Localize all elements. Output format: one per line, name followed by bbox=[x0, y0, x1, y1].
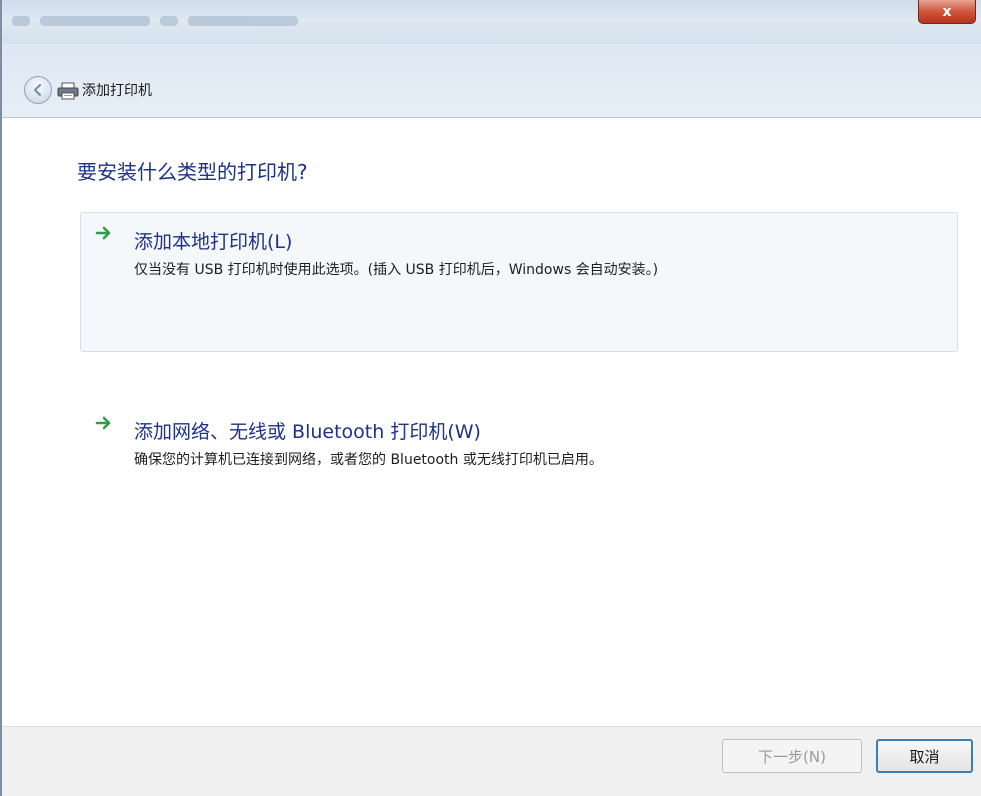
cancel-button[interactable]: 取消 bbox=[876, 739, 973, 773]
page-heading: 要安装什么类型的打印机? bbox=[77, 160, 308, 184]
option-description: 仅当没有 USB 打印机时使用此选项。(插入 USB 打印机后，Windows … bbox=[134, 262, 659, 278]
window-title: 添加打印机 bbox=[82, 83, 152, 99]
add-printer-window: x 添加打印机 要安装什么类型的打印机? 添加本地打印机(L) 仅当没有 USB… bbox=[0, 0, 981, 796]
blurred-breadcrumb bbox=[12, 10, 392, 32]
option-title: 添加本地打印机(L) bbox=[134, 231, 293, 253]
next-button[interactable]: 下一步(N) bbox=[722, 739, 862, 773]
add-network-printer-option[interactable]: 添加网络、无线或 Bluetooth 打印机(W) 确保您的计算机已连接到网络，… bbox=[80, 402, 958, 522]
printer-icon bbox=[57, 82, 79, 100]
title-bar: x bbox=[2, 0, 981, 44]
option-title: 添加网络、无线或 Bluetooth 打印机(W) bbox=[134, 421, 481, 443]
add-local-printer-option[interactable]: 添加本地打印机(L) 仅当没有 USB 打印机时使用此选项。(插入 USB 打印… bbox=[80, 212, 958, 352]
option-description: 确保您的计算机已连接到网络，或者您的 Bluetooth 或无线打印机已启用。 bbox=[134, 452, 603, 468]
back-button[interactable] bbox=[24, 76, 52, 104]
close-button[interactable]: x bbox=[918, 0, 976, 24]
green-arrow-icon bbox=[95, 226, 111, 240]
green-arrow-icon bbox=[95, 416, 111, 430]
back-arrow-icon bbox=[33, 83, 42, 97]
